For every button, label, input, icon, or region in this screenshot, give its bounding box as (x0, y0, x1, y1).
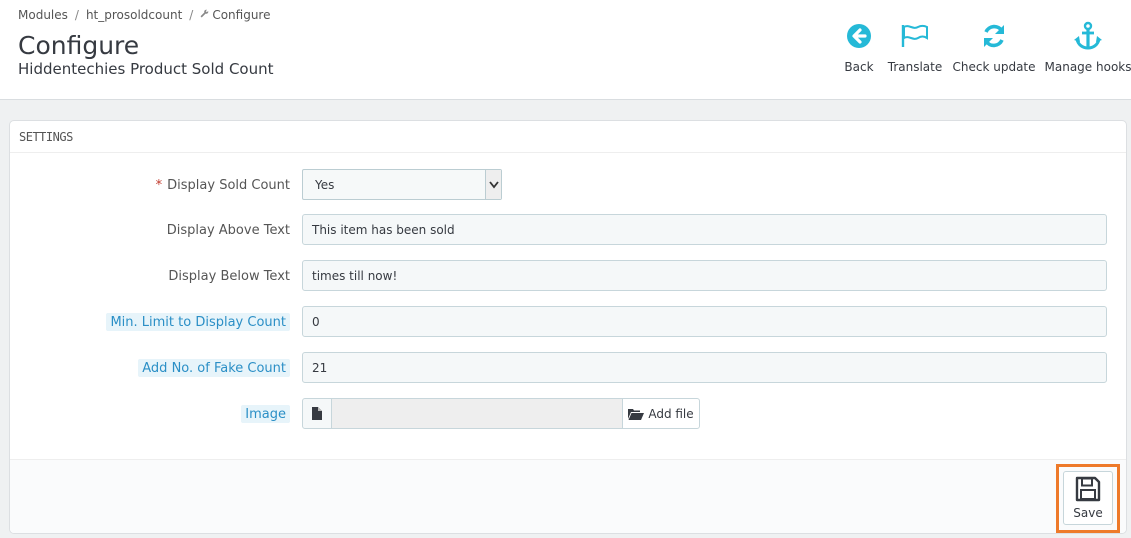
floppy-disk-icon (1075, 476, 1101, 502)
translate-button[interactable]: Translate (887, 20, 943, 74)
display-above-text-label: Display Above Text (166, 222, 290, 238)
chevron-down-icon (485, 170, 501, 199)
breadcrumb-separator: / (74, 8, 79, 22)
add-file-button[interactable]: Add file (622, 398, 700, 429)
panel-heading: SETTINGS (10, 121, 1126, 153)
min-limit-row: Min. Limit to Display Count 0 (10, 306, 1126, 338)
breadcrumb-item-configure: Configure (212, 8, 271, 22)
check-update-label: Check update (952, 60, 1036, 74)
display-sold-count-label: * Display Sold Count (156, 169, 290, 201)
display-sold-count-value: Yes (315, 177, 335, 192)
display-below-text-row: Display Below Text times till now! (10, 260, 1126, 292)
image-label[interactable]: Image (241, 405, 290, 423)
breadcrumb-separator: / (189, 8, 194, 22)
fake-count-row: Add No. of Fake Count 21 (10, 352, 1126, 384)
back-button[interactable]: Back (844, 20, 874, 74)
display-above-text-row: Display Above Text This item has been so… (10, 214, 1126, 246)
manage-hooks-button[interactable]: Manage hooks (1044, 20, 1131, 74)
required-marker: * (155, 177, 163, 193)
min-limit-label[interactable]: Min. Limit to Display Count (106, 313, 290, 331)
display-sold-count-select[interactable]: Yes (302, 169, 502, 200)
settings-panel: SETTINGS * Display Sold Count Yes Displa… (9, 120, 1127, 534)
page-title: Configure (18, 31, 140, 60)
translate-label: Translate (887, 60, 943, 74)
folder-open-icon (628, 408, 645, 420)
save-button[interactable]: Save (1063, 471, 1113, 525)
back-arrow-icon (841, 20, 877, 52)
image-file-group: Add file (302, 398, 700, 429)
breadcrumb-item-modules[interactable]: Modules (18, 8, 68, 22)
refresh-icon (976, 20, 1012, 52)
fake-count-label[interactable]: Add No. of Fake Count (138, 359, 290, 377)
file-icon (302, 398, 332, 429)
display-below-text-label: Display Below Text (168, 268, 290, 284)
display-sold-count-row: * Display Sold Count Yes (10, 169, 1126, 201)
anchor-icon (1070, 20, 1106, 52)
save-highlight: Save (1056, 464, 1120, 533)
check-update-button[interactable]: Check update (953, 20, 1036, 74)
fake-count-input[interactable]: 21 (302, 352, 1107, 383)
display-sold-count-text: Display Sold Count (167, 177, 290, 193)
panel-footer: Save (10, 459, 1126, 533)
min-limit-input[interactable]: 0 (302, 306, 1107, 337)
display-above-text-input[interactable]: This item has been sold (302, 214, 1107, 245)
wrench-icon (200, 9, 209, 21)
page-subtitle: Hiddentechies Product Sold Count (18, 60, 274, 78)
flag-icon (897, 20, 933, 52)
add-file-label: Add file (648, 406, 694, 421)
display-below-text-input[interactable]: times till now! (302, 260, 1107, 291)
back-label: Back (844, 60, 874, 74)
save-label: Save (1073, 506, 1103, 520)
page-header: Modules / ht_prosoldcount / Configure Co… (0, 0, 1131, 100)
file-name-field[interactable] (332, 398, 622, 429)
image-row: Image Add file (10, 398, 1126, 430)
breadcrumb: Modules / ht_prosoldcount / Configure (18, 8, 271, 22)
manage-hooks-label: Manage hooks (1044, 60, 1131, 74)
breadcrumb-item-module[interactable]: ht_prosoldcount (86, 8, 182, 22)
